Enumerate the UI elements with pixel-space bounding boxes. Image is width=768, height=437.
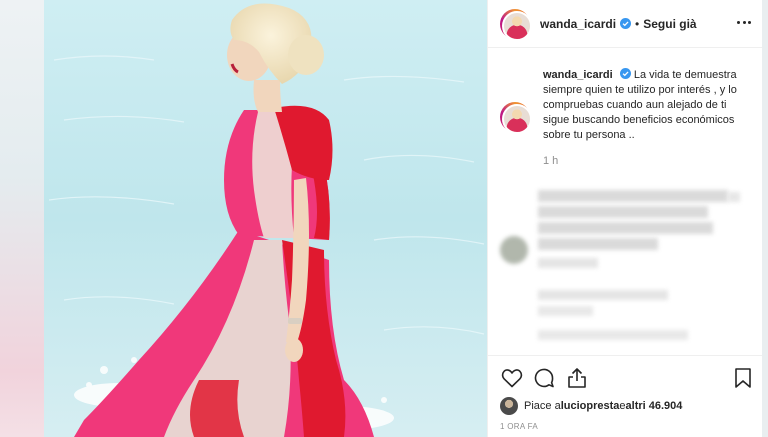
caption-timestamp: 1 h — [543, 155, 559, 167]
comment-blur — [538, 290, 668, 300]
action-bar — [488, 355, 763, 397]
caption-avatar[interactable] — [500, 102, 532, 134]
bookmark-icon[interactable] — [731, 366, 755, 390]
comment-blur — [538, 258, 598, 268]
likes-count[interactable]: altri 46.904 — [626, 400, 683, 412]
likes-summary: Piace a luciopresta e altri 46.904 — [500, 397, 682, 415]
comment-blur — [538, 306, 593, 316]
liker-username[interactable]: luciopresta — [561, 400, 620, 412]
liker-avatar[interactable] — [500, 397, 518, 415]
commenter-avatar[interactable] — [500, 236, 528, 264]
verified-badge-icon — [619, 68, 631, 79]
comment-icon[interactable] — [532, 366, 556, 390]
heart-icon[interactable] — [500, 366, 524, 390]
caption-text: wanda_icardi La vida te demuestra siempr… — [543, 68, 753, 143]
author-avatar[interactable] — [500, 8, 532, 41]
caption-username[interactable]: wanda_icardi — [543, 69, 613, 81]
left-backdrop — [0, 0, 44, 437]
more-options-icon[interactable] — [735, 13, 753, 31]
post-date: 1 ORA FA — [500, 422, 538, 431]
comment-blur — [538, 190, 728, 202]
post-image — [44, 0, 487, 437]
comment-like-icon[interactable] — [728, 192, 740, 202]
author-username[interactable]: wanda_icardi — [540, 17, 616, 31]
comment-blur — [538, 222, 713, 234]
verified-badge-icon — [620, 18, 632, 29]
comment-blur — [538, 330, 688, 340]
separator-dot: • — [635, 16, 640, 31]
comment-blur — [538, 238, 658, 250]
following-button[interactable]: Segui già — [643, 17, 696, 31]
post-photo[interactable] — [44, 0, 487, 437]
likes-prefix: Piace a — [524, 400, 561, 412]
right-backdrop — [762, 0, 768, 437]
post-sidebar: wanda_icardi • Segui già wanda_icardi La… — [487, 0, 763, 437]
share-icon[interactable] — [565, 366, 589, 390]
comment-blur — [538, 206, 708, 218]
post-header: wanda_icardi • Segui già — [488, 0, 763, 48]
